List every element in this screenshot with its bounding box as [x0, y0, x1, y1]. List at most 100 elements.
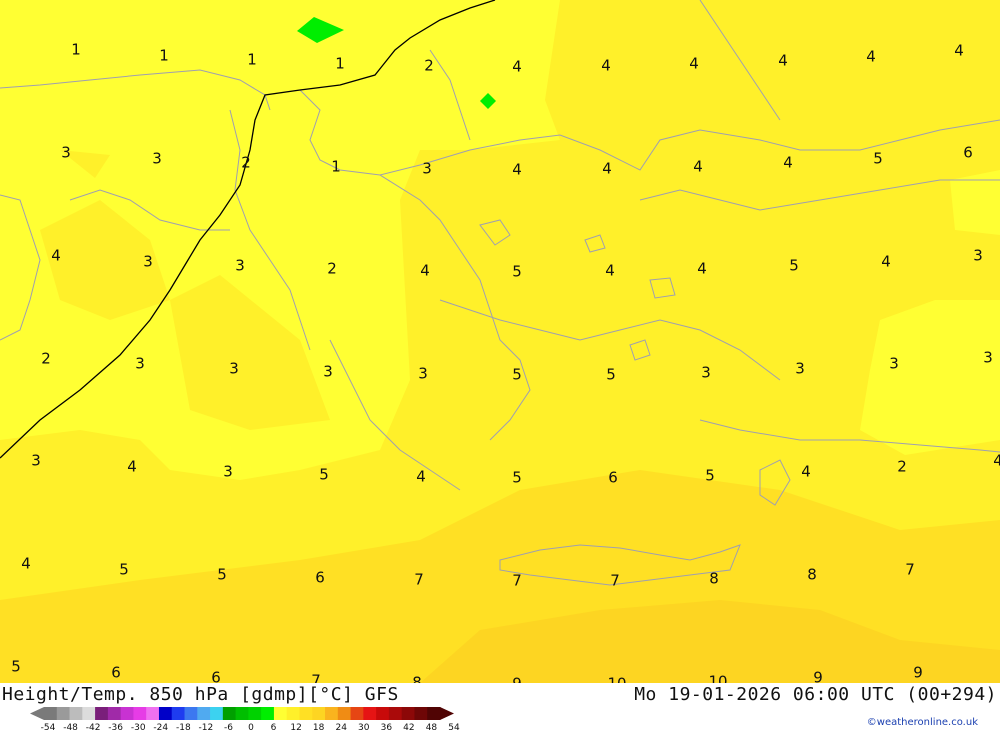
legend-tick-label: 24 — [335, 723, 347, 733]
weather-map: 1 1 1 1 2 4 4 4 4 4 4 3 3 2 1 3 4 4 4 4 5 6 4 3 3 2 4 5 4 4 5 4 3 2 3 3 3 3 5 5… — [0, 0, 1000, 683]
temp-value-label: 4 — [420, 261, 430, 280]
temp-value-label: 3 — [418, 364, 428, 383]
legend-tick-label: -24 — [153, 723, 169, 733]
legend-tick-label: 54 — [448, 723, 460, 733]
temp-field-warm-zone-4 — [860, 300, 1000, 455]
legend-swatch — [158, 707, 173, 720]
temp-value-label: 4 — [783, 153, 793, 172]
temp-value-label: 8 — [807, 565, 817, 584]
temp-value-label: 4 — [954, 41, 964, 60]
legend-tick-label: 6 — [270, 723, 277, 733]
legend-tick-label: 30 — [358, 723, 370, 733]
temp-value-label: 4 — [689, 54, 699, 73]
temp-value-label: 7 — [610, 571, 620, 590]
temp-value-label: 2 — [327, 259, 337, 278]
legend-swatch — [401, 707, 415, 720]
temp-value-label: 4 — [512, 57, 522, 76]
legend-tick-label: 12 — [290, 723, 302, 733]
temp-value-label: 2 — [41, 349, 51, 368]
temp-value-label: 1 — [331, 157, 341, 176]
temp-value-label: 3 — [973, 246, 983, 265]
legend-swatch — [95, 707, 109, 720]
legend-swatch — [133, 707, 147, 720]
temp-value-label: 5 — [606, 365, 616, 384]
legend-swatch — [171, 707, 186, 720]
valid-time: Mo 19-01-2026 06:00 UTC (00+294) — [634, 684, 997, 705]
map-title: Height/Temp. 850 hPa [gdmp][°C] GFS — [2, 684, 399, 705]
temp-value-label: 6 — [111, 663, 121, 682]
temp-value-label: 3 — [323, 362, 333, 381]
temp-value-label: 4 — [866, 47, 876, 66]
temp-value-label: 4 — [21, 554, 31, 573]
temp-value-label: 3 — [143, 252, 153, 271]
temp-value-label: 6 — [315, 568, 325, 587]
temp-value-label: 4 — [512, 160, 522, 179]
legend-swatch — [235, 707, 249, 720]
legend-swatch — [286, 707, 300, 720]
temp-value-label: 5 — [119, 560, 129, 579]
temp-value-label: 4 — [801, 462, 811, 481]
legend-swatch — [210, 707, 224, 720]
legend-swatch — [325, 707, 339, 720]
temp-value-label: 6 — [211, 668, 221, 683]
temp-value-label: 4 — [416, 467, 426, 486]
legend-tick-label: 42 — [403, 723, 415, 733]
legend-swatch — [273, 707, 288, 720]
legend-tick-label: 0 — [248, 723, 254, 733]
legend-swatch — [388, 707, 403, 720]
legend-swatch — [261, 707, 275, 720]
temp-value-label: 4 — [778, 51, 788, 70]
temp-value-label: 3 — [795, 359, 805, 378]
temp-value-label: 1 — [71, 40, 81, 59]
legend-swatch — [299, 707, 313, 720]
temp-value-label: 1 — [247, 50, 257, 69]
legend-arrow-low — [30, 707, 44, 720]
temp-value-label: 5 — [11, 657, 21, 676]
temp-value-label: 4 — [881, 252, 891, 271]
legend-swatch — [197, 707, 211, 720]
legend-tick-label: 36 — [380, 723, 393, 733]
legend-swatch — [414, 707, 428, 720]
temp-value-label: 3 — [701, 363, 711, 382]
temp-value-label: 4 — [605, 261, 615, 280]
temp-value-label: 5 — [319, 465, 329, 484]
legend-swatch — [350, 707, 364, 720]
legend-tick-label: 18 — [312, 723, 325, 733]
temp-value-label: 6 — [963, 143, 973, 162]
legend-tick-label: 48 — [425, 723, 438, 733]
temp-value-label: 9 — [813, 668, 823, 683]
temp-value-label: 6 — [608, 468, 618, 487]
temp-value-label: 7 — [414, 570, 424, 589]
temp-value-label: 5 — [705, 466, 715, 485]
legend-swatch — [82, 707, 96, 720]
temp-value-label: 3 — [889, 354, 899, 373]
legend-tick-label: -6 — [223, 723, 233, 733]
legend-swatch — [69, 707, 83, 720]
temp-value-label: 5 — [873, 149, 883, 168]
temp-value-label: 4 — [127, 457, 137, 476]
legend-swatch — [337, 707, 352, 720]
credit-link[interactable]: ©weatheronline.co.uk — [867, 717, 978, 728]
temp-value-label: 10 — [708, 672, 728, 683]
legend-swatch — [56, 707, 71, 720]
legend-swatch — [120, 707, 134, 720]
temp-value-label: 9 — [913, 663, 923, 682]
temp-value-label: 2 — [241, 153, 251, 172]
temp-value-label: 7 — [905, 560, 915, 579]
temp-value-label: 5 — [789, 256, 799, 275]
temp-value-label: 4 — [697, 259, 707, 278]
legend-tick-label: -48 — [63, 723, 78, 733]
temp-value-label: 5 — [512, 262, 522, 281]
temp-value-label: 4 — [693, 157, 703, 176]
temp-value-label: 7 — [311, 671, 321, 683]
temp-value-label: 8 — [412, 673, 422, 683]
legend-swatch — [107, 707, 122, 720]
temp-value-label: 3 — [223, 462, 233, 481]
temp-value-label: 3 — [983, 348, 993, 367]
legend-swatch — [222, 707, 237, 720]
temp-value-label: 4 — [993, 451, 1000, 470]
temp-value-label: 5 — [217, 565, 227, 584]
map-canvas — [0, 0, 1000, 683]
legend-swatch — [376, 707, 390, 720]
legend-tick-label: -12 — [198, 723, 214, 733]
